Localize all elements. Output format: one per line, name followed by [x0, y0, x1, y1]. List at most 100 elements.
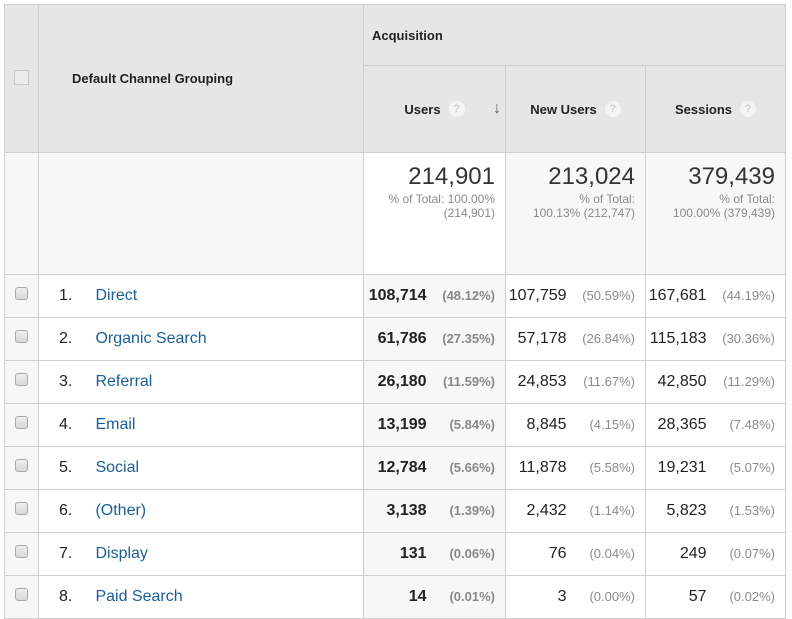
new-users-cell: 76 (0.04%)	[505, 532, 646, 576]
channel-link[interactable]: Organic Search	[95, 330, 206, 347]
new-users-percent: (26.84%)	[582, 331, 635, 346]
new-users-cell: 24,853 (11.67%)	[505, 360, 646, 404]
sessions-value: 28,365	[657, 416, 707, 433]
row-checkbox[interactable]	[15, 502, 28, 515]
users-value: 13,199	[377, 416, 427, 433]
totals-row: 214,901 % of Total: 100.00% (214,901) 21…	[4, 152, 786, 275]
new-users-value: 107,759	[508, 287, 567, 304]
sessions-value: 115,183	[649, 330, 707, 347]
new-users-percent: (11.67%)	[583, 374, 635, 389]
channel-cell: 4. Email	[38, 403, 364, 447]
row-number: 3.	[59, 373, 73, 390]
new-users-total-percent: 100.13% (212,747)	[532, 206, 635, 220]
row-checkbox-cell	[4, 489, 39, 533]
users-header-label: Users	[404, 101, 441, 117]
users-percent: (5.84%)	[449, 417, 495, 432]
channel-link[interactable]: Email	[95, 416, 135, 433]
row-checkbox[interactable]	[15, 545, 28, 558]
row-checkbox-cell	[4, 317, 39, 361]
row-checkbox[interactable]	[15, 373, 28, 386]
row-checkbox-cell	[4, 575, 39, 619]
sessions-cell: 19,231 (5.07%)	[645, 446, 786, 490]
new-users-total-cell: 213,024 % of Total: 100.13% (212,747)	[505, 152, 646, 275]
new-users-cell: 3 (0.00%)	[505, 575, 646, 619]
channel-link[interactable]: Referral	[95, 373, 152, 390]
users-cell: 3,138 (1.39%)	[363, 489, 506, 533]
row-checkbox[interactable]	[15, 416, 28, 429]
users-percent: (1.39%)	[449, 503, 495, 518]
users-cell: 61,786 (27.35%)	[363, 317, 506, 361]
new-users-total-value: 213,024	[548, 163, 635, 190]
help-icon[interactable]: ?	[604, 101, 621, 117]
sessions-percent: (44.19%)	[722, 288, 775, 303]
users-cell: 26,180 (11.59%)	[363, 360, 506, 404]
totals-label-cell	[38, 152, 364, 275]
sessions-percent: (30.36%)	[722, 331, 775, 346]
users-total-cell: 214,901 % of Total: 100.00% (214,901)	[363, 152, 506, 275]
row-number: 8.	[59, 588, 73, 605]
channel-cell: 5. Social	[38, 446, 364, 490]
new-users-column-header[interactable]: New Users ?	[505, 65, 646, 153]
channel-cell: 2. Organic Search	[38, 317, 364, 361]
dimension-header[interactable]: Default Channel Grouping	[38, 4, 364, 153]
sessions-cell: 57 (0.02%)	[645, 575, 786, 619]
users-value: 3,138	[386, 502, 427, 519]
users-value: 108,714	[368, 287, 427, 304]
new-users-percent: (4.15%)	[589, 417, 635, 432]
users-cell: 131 (0.06%)	[363, 532, 506, 576]
sessions-value: 19,231	[657, 459, 707, 476]
users-percent: (5.66%)	[449, 460, 495, 475]
row-number: 7.	[59, 545, 73, 562]
table-row: 1. Direct 108,714 (48.12%) 107,759 (50.5…	[4, 274, 786, 318]
new-users-percent: (1.14%)	[589, 503, 635, 518]
sessions-column-header[interactable]: Sessions ?	[645, 65, 786, 153]
row-checkbox-cell	[4, 446, 39, 490]
row-checkbox[interactable]	[15, 287, 28, 300]
sessions-total-value: 379,439	[688, 163, 775, 190]
sessions-value: 167,681	[648, 287, 707, 304]
channel-cell: 6. (Other)	[38, 489, 364, 533]
users-value: 14	[408, 588, 427, 605]
sessions-cell: 249 (0.07%)	[645, 532, 786, 576]
channel-link[interactable]: Paid Search	[95, 588, 182, 605]
report-table: Default Channel Grouping Acquisition Use…	[4, 4, 786, 619]
sessions-total-cell: 379,439 % of Total: 100.00% (379,439)	[645, 152, 786, 275]
table-row: 8. Paid Search 14 (0.01%) 3 (0.00%) 57 (…	[4, 575, 786, 619]
new-users-value: 3	[557, 588, 567, 605]
row-checkbox[interactable]	[15, 459, 28, 472]
help-icon[interactable]: ?	[448, 101, 465, 117]
users-percent: (27.35%)	[442, 331, 495, 346]
row-checkbox[interactable]	[15, 588, 28, 601]
sessions-percent: (0.02%)	[729, 589, 775, 604]
sort-descending-arrow-icon[interactable]: ↓	[493, 100, 501, 118]
sessions-value: 42,850	[657, 373, 707, 390]
sessions-percent: (5.07%)	[729, 460, 775, 475]
users-column-header[interactable]: Users ? ↓	[363, 65, 506, 153]
new-users-cell: 8,845 (4.15%)	[505, 403, 646, 447]
select-all-checkbox[interactable]	[14, 69, 29, 85]
table-row: 5. Social 12,784 (5.66%) 11,878 (5.58%) …	[4, 446, 786, 490]
channel-link[interactable]: (Other)	[95, 502, 146, 519]
new-users-total-percent-label: % of Total:	[579, 192, 635, 206]
users-value: 12,784	[377, 459, 427, 476]
new-users-header-label: New Users	[530, 101, 597, 117]
acquisition-group-header: Acquisition	[363, 4, 786, 66]
table-row: 6. (Other) 3,138 (1.39%) 2,432 (1.14%) 5…	[4, 489, 786, 533]
row-checkbox-cell	[4, 532, 39, 576]
table-row: 4. Email 13,199 (5.84%) 8,845 (4.15%) 28…	[4, 403, 786, 447]
row-checkbox[interactable]	[15, 330, 28, 343]
new-users-percent: (0.04%)	[589, 546, 635, 561]
sessions-value: 249	[679, 545, 707, 562]
new-users-value: 76	[548, 545, 567, 562]
new-users-percent: (50.59%)	[582, 288, 635, 303]
sessions-cell: 5,823 (1.53%)	[645, 489, 786, 533]
new-users-cell: 57,178 (26.84%)	[505, 317, 646, 361]
channel-link[interactable]: Social	[95, 459, 139, 476]
new-users-percent: (0.00%)	[589, 589, 635, 604]
users-total-percent: % of Total: 100.00% (214,901)	[388, 192, 495, 220]
channel-link[interactable]: Direct	[95, 287, 137, 304]
row-number: 2.	[59, 330, 73, 347]
help-icon[interactable]: ?	[740, 101, 757, 117]
sessions-total-percent-label: % of Total:	[719, 192, 775, 206]
channel-link[interactable]: Display	[95, 545, 147, 562]
